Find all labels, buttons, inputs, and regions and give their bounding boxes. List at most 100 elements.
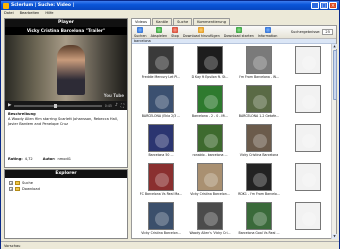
scrollbar-thumb[interactable] xyxy=(332,50,337,100)
player-panel: Player Vicky Cristina Barcelona "Trailer… xyxy=(4,18,128,168)
tree-item-download[interactable]: + Download xyxy=(9,186,123,192)
window-title: Sclerlum | Suche: Video | xyxy=(11,3,75,8)
results-counter: Suchergebnisse: 25 xyxy=(291,29,333,35)
menu-help[interactable]: Hilfe xyxy=(45,10,53,16)
status-bar: Vorschau xyxy=(1,241,339,249)
tab-bar: Videos Kanäle Suche Kommentierung xyxy=(131,18,230,25)
fullscreen-icon[interactable]: ⛶ xyxy=(121,103,124,109)
video-item[interactable]: Vicky Cristina Barcelon... xyxy=(187,163,233,200)
video-thumbnail[interactable] xyxy=(246,163,272,191)
tree-item-label: Download xyxy=(22,187,40,191)
tab-videos[interactable]: Videos xyxy=(131,18,151,25)
video-thumbnail[interactable] xyxy=(148,46,174,74)
author-value: nmodi1 xyxy=(57,157,72,161)
video-item[interactable]: BARCELONA (Ekla 2/3 ... xyxy=(138,85,184,122)
video-thumbnail[interactable] xyxy=(197,85,223,113)
stop-button[interactable]: Stop xyxy=(171,27,179,38)
video-thumbnail[interactable] xyxy=(197,163,223,191)
video-caption: BARCELONA (Ekla 2/3 ... xyxy=(141,114,181,118)
vertical-scrollbar[interactable]: ▲ ▼ xyxy=(331,44,337,239)
video-caption: Barcelona - 2 - 0 - Mi... xyxy=(191,114,229,118)
video-caption: BARCELONA 1-2 Getafe... xyxy=(238,114,280,118)
description-block: Beschreibung A Woody Allen film starring… xyxy=(5,110,127,129)
video-thumbnail[interactable] xyxy=(295,124,321,152)
video-item[interactable] xyxy=(285,124,331,161)
video-item[interactable] xyxy=(285,163,331,200)
video-item[interactable]: Vicky Cristina Barcelon... xyxy=(138,202,184,239)
video-frame[interactable]: You Tube xyxy=(5,35,127,101)
folder-icon xyxy=(15,187,20,191)
video-thumbnail[interactable] xyxy=(148,124,174,152)
minimize-button[interactable]: _ xyxy=(311,2,319,9)
video-thumbnail[interactable] xyxy=(295,202,321,230)
video-caption: D Kay ft Epsilon ft. St... xyxy=(191,75,229,79)
add-download-label: Download hinzufügen xyxy=(182,34,220,38)
information-button[interactable]: Information xyxy=(258,27,277,38)
app-icon xyxy=(3,2,9,9)
video-item[interactable]: Barcelona - 2 - 0 - Mi... xyxy=(187,85,233,122)
video-thumbnail[interactable] xyxy=(246,202,272,230)
video-thumbnail[interactable] xyxy=(246,46,272,74)
video-thumbnail[interactable] xyxy=(197,124,223,152)
video-caption: Vicky Cristina Barcelon... xyxy=(141,231,181,235)
expand-icon[interactable]: + xyxy=(9,187,13,191)
main-window: Sclerlum | Suche: Video | _ □ × Datei Be… xyxy=(0,0,340,249)
add-download-button[interactable]: Download hinzufügen xyxy=(183,27,220,38)
start-download-label: Download starten xyxy=(223,34,254,38)
video-item[interactable]: Vicky Cristina Barcelona xyxy=(236,124,282,161)
play-icon[interactable]: ▶ xyxy=(8,103,11,108)
video-item[interactable]: I'm From Barcelona - W... xyxy=(236,46,282,83)
video-caption: Vicky Cristina Barcelona xyxy=(239,153,279,157)
expand-icon[interactable]: + xyxy=(9,181,13,185)
video-caption: Barcelona Goal Vs Real ... xyxy=(238,231,280,235)
explorer-tree: + Suche + Download xyxy=(5,178,127,194)
video-thumbnail[interactable] xyxy=(246,85,272,113)
search-icon xyxy=(137,27,144,33)
video-thumbnail[interactable] xyxy=(148,202,174,230)
video-caption: Woody Allen's 'Vicky Cri... xyxy=(189,231,231,235)
video-thumbnail[interactable] xyxy=(295,163,321,191)
tab-search[interactable]: Suche xyxy=(173,18,193,25)
video-item[interactable]: Freddie Mercury Let Pl... xyxy=(138,46,184,83)
video-item[interactable]: Barcelona 50 ... xyxy=(138,124,184,161)
menu-file[interactable]: Datei xyxy=(4,10,14,16)
results-count: 25 xyxy=(322,29,333,35)
seek-bar[interactable] xyxy=(14,103,102,108)
video-item[interactable]: RDK1 - I'm From Barcelo... xyxy=(236,163,282,200)
close-button[interactable]: × xyxy=(329,2,337,9)
search-button-label: Suchen xyxy=(134,34,147,38)
video-item[interactable]: BARCELONA 1-2 Getafe... xyxy=(236,85,282,122)
player-header: Player xyxy=(5,19,127,27)
video-thumbnail[interactable] xyxy=(246,124,272,152)
video-item[interactable]: D Kay ft Epsilon ft. St... xyxy=(187,46,233,83)
video-caption: Barcelona 50 ... xyxy=(148,153,174,157)
title-bar[interactable]: Sclerlum | Suche: Video | _ □ × xyxy=(1,1,339,10)
video-thumbnail[interactable] xyxy=(148,163,174,191)
video-thumbnail[interactable] xyxy=(295,46,321,74)
toolbar: Suchen Abspielen Stop Download hinzufüge… xyxy=(132,26,336,39)
video-item[interactable] xyxy=(285,202,331,239)
video-item[interactable]: ronaldo - barcelona ... xyxy=(187,124,233,161)
scroll-down-icon[interactable]: ▼ xyxy=(332,234,337,239)
video-thumbnail[interactable] xyxy=(197,46,223,74)
video-thumbnail[interactable] xyxy=(295,85,321,113)
scroll-up-icon[interactable]: ▲ xyxy=(332,44,337,49)
menu-edit[interactable]: Bearbeiten xyxy=(20,10,40,16)
tab-channels[interactable]: Kanäle xyxy=(151,18,173,25)
video-item[interactable]: Woody Allen's 'Vicky Cri... xyxy=(187,202,233,239)
start-download-button[interactable]: Download starten xyxy=(224,27,254,38)
folder-icon xyxy=(15,181,20,185)
video-thumbnail[interactable] xyxy=(197,202,223,230)
video-item[interactable] xyxy=(285,46,331,83)
video-caption: RDK1 - I'm From Barcelo... xyxy=(238,192,280,196)
video-item[interactable]: Barcelona Goal Vs Real ... xyxy=(236,202,282,239)
video-item[interactable]: FC Barcelona Vs Real Ma... xyxy=(138,163,184,200)
video-item[interactable] xyxy=(285,85,331,122)
maximize-button[interactable]: □ xyxy=(320,2,328,9)
play-button[interactable]: Abspielen xyxy=(151,27,167,38)
volume-icon[interactable]: ♪ xyxy=(115,103,118,108)
tab-comments[interactable]: Kommentierung xyxy=(193,18,230,25)
search-button[interactable]: Suchen xyxy=(134,27,147,38)
seek-knob[interactable] xyxy=(53,103,57,108)
video-thumbnail[interactable] xyxy=(148,85,174,113)
